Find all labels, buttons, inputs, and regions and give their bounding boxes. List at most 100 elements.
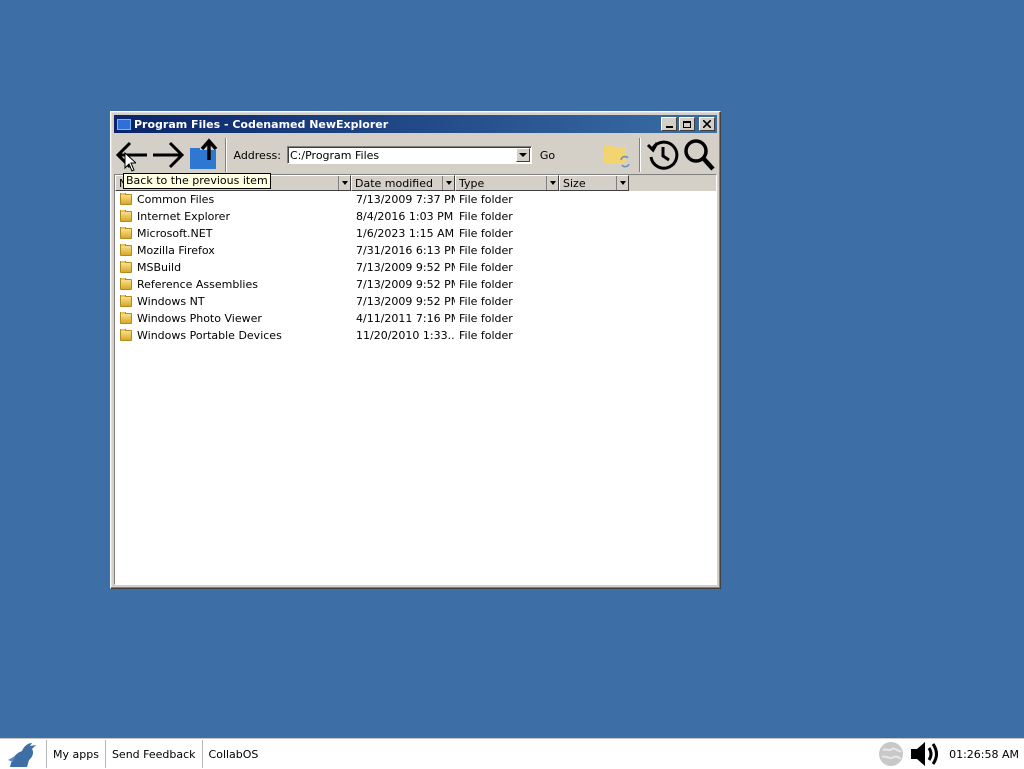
history-icon xyxy=(647,140,679,170)
address-label: Address: xyxy=(233,148,281,162)
file-type: File folder xyxy=(459,261,513,274)
volume-icon[interactable] xyxy=(909,739,945,769)
mouse-cursor-icon xyxy=(124,152,136,172)
chevron-down-icon xyxy=(518,153,527,157)
close-button[interactable] xyxy=(699,117,715,131)
file-name-cell: MSBuild xyxy=(115,261,351,274)
file-name-cell: Internet Explorer xyxy=(115,210,351,223)
taskbar-collabos[interactable]: CollabOS xyxy=(203,748,265,761)
date-modified: 7/13/2009 7:37 PM xyxy=(356,193,455,206)
file-row[interactable]: Windows Portable Devices 11/20/2010 1:33.… xyxy=(115,327,716,344)
column-header-type[interactable]: Type xyxy=(455,175,559,191)
folder-icon xyxy=(117,118,131,130)
date-modified: 7/31/2016 6:13 PM xyxy=(356,244,455,257)
file-name-cell: Reference Assemblies xyxy=(115,278,351,291)
close-icon xyxy=(703,120,711,128)
network-globe-icon[interactable] xyxy=(877,740,905,768)
file-name-cell: Windows NT xyxy=(115,295,351,308)
taskbar-my-apps[interactable]: My apps xyxy=(47,748,105,761)
file-name: MSBuild xyxy=(137,261,182,274)
file-name: Windows Portable Devices xyxy=(137,329,282,342)
date-modified: 4/11/2011 7:16 PM xyxy=(356,312,455,325)
date-modified: 1/6/2023 1:15 AM xyxy=(356,227,455,240)
address-bar[interactable] xyxy=(287,146,532,164)
chevron-down-icon xyxy=(341,181,348,185)
date-modified: 11/20/2010 1:33... xyxy=(356,329,455,342)
column-label: Date modified xyxy=(355,176,433,190)
file-type: File folder xyxy=(459,329,513,342)
file-name-cell: Common Files xyxy=(115,193,351,206)
file-row[interactable]: Reference Assemblies 7/13/2009 9:52 PM Fil… xyxy=(115,276,716,293)
date-modified: 7/13/2009 9:52 PM xyxy=(356,295,455,308)
file-type: File folder xyxy=(459,312,513,325)
file-type: File folder xyxy=(459,295,513,308)
file-list[interactable]: Name Date modified Type Size Common File… xyxy=(114,174,717,585)
toolbar: Address: Go xyxy=(114,135,717,175)
folder-up-icon xyxy=(189,138,217,169)
go-button[interactable]: Go xyxy=(540,149,600,162)
file-type: File folder xyxy=(459,210,513,223)
toolbar-separator xyxy=(225,138,228,172)
file-name-cell: Mozilla Firefox xyxy=(115,244,351,257)
taskbar: My apps Send Feedback CollabOS 01:26:58 … xyxy=(0,738,1024,769)
file-name: Common Files xyxy=(137,193,215,206)
column-dropdown[interactable] xyxy=(338,176,350,190)
date-modified: 7/13/2009 9:52 PM xyxy=(356,278,455,291)
column-header-size[interactable]: Size xyxy=(559,175,629,191)
folder-sync-icon xyxy=(604,145,631,168)
title-bar[interactable]: Program Files - Codenamed NewExplorer xyxy=(114,115,717,133)
folder-icon xyxy=(120,295,132,307)
file-name-cell: Windows Portable Devices xyxy=(115,329,351,342)
date-modified: 7/13/2009 9:52 PM xyxy=(356,261,455,274)
chevron-down-icon xyxy=(445,181,452,185)
folder-icon xyxy=(120,227,132,239)
minimize-icon xyxy=(665,126,673,128)
date-modified: 8/4/2016 1:03 PM xyxy=(356,210,454,223)
column-dropdown[interactable] xyxy=(546,176,558,190)
file-type: File folder xyxy=(459,193,513,206)
file-name: Reference Assemblies xyxy=(137,278,258,291)
start-button[interactable] xyxy=(0,739,46,769)
column-dropdown[interactable] xyxy=(616,176,628,190)
column-dropdown[interactable] xyxy=(442,176,454,190)
file-row[interactable]: Internet Explorer 8/4/2016 1:03 PM File fo… xyxy=(115,208,716,225)
folder-icon xyxy=(120,278,132,290)
window-title: Program Files - Codenamed NewExplorer xyxy=(134,117,389,131)
toolbar-separator xyxy=(639,138,642,172)
file-name: Internet Explorer xyxy=(137,210,230,223)
file-row[interactable]: MSBuild 7/13/2009 9:52 PM File folder xyxy=(115,259,716,276)
column-label: Type xyxy=(459,176,485,190)
up-folder-button[interactable] xyxy=(186,138,222,172)
file-row[interactable]: Windows NT 7/13/2009 9:52 PM File folder xyxy=(115,293,716,310)
minimize-button[interactable] xyxy=(661,117,677,131)
file-row[interactable]: Common Files 7/13/2009 7:37 PM File folder xyxy=(115,191,716,208)
file-row[interactable]: Windows Photo Viewer 4/11/2011 7:16 PM Fil… xyxy=(115,310,716,327)
column-label: Size xyxy=(563,176,586,190)
address-dropdown-button[interactable] xyxy=(515,148,530,162)
history-button[interactable] xyxy=(645,138,681,172)
file-type: File folder xyxy=(459,278,513,291)
file-type: File folder xyxy=(459,244,513,257)
search-button[interactable] xyxy=(681,138,717,172)
sync-folder-button[interactable] xyxy=(600,138,636,172)
chevron-down-icon xyxy=(619,181,626,185)
forward-button[interactable] xyxy=(150,138,186,172)
chevron-down-icon xyxy=(549,181,556,185)
folder-icon xyxy=(120,210,132,222)
maximize-button[interactable] xyxy=(679,117,695,131)
file-rows: Common Files 7/13/2009 7:37 PM File folder… xyxy=(115,191,716,344)
back-tooltip: Back to the previous item xyxy=(123,173,271,189)
file-row[interactable]: Microsoft.NET 1/6/2023 1:15 AM File folder xyxy=(115,225,716,242)
file-name: Mozilla Firefox xyxy=(137,244,215,257)
file-name: Windows Photo Viewer xyxy=(137,312,262,325)
column-header-date[interactable]: Date modified xyxy=(351,175,455,191)
clock[interactable]: 01:26:58 AM xyxy=(945,748,1024,761)
taskbar-send-feedback[interactable]: Send Feedback xyxy=(106,748,202,761)
folder-icon xyxy=(120,329,132,341)
address-input[interactable] xyxy=(288,148,516,162)
file-name-cell: Windows Photo Viewer xyxy=(115,312,351,325)
bird-logo-icon xyxy=(8,743,36,767)
folder-icon xyxy=(120,244,132,256)
file-row[interactable]: Mozilla Firefox 7/31/2016 6:13 PM File fol… xyxy=(115,242,716,259)
maximize-icon xyxy=(683,120,691,128)
